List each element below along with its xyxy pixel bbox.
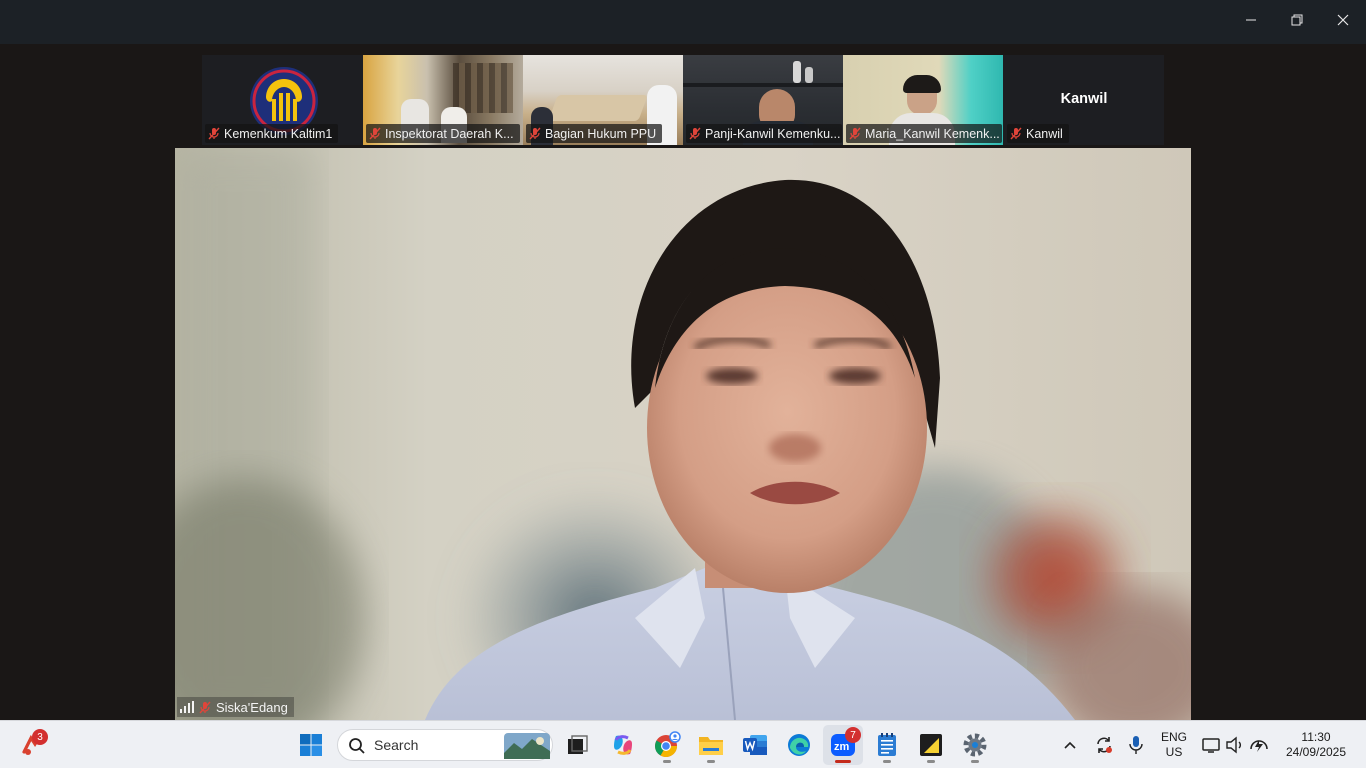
- chevron-up-icon: [1064, 741, 1076, 749]
- sticky-notes-icon: [920, 734, 942, 756]
- copilot-button[interactable]: [603, 725, 643, 765]
- svg-text:zm: zm: [834, 741, 850, 753]
- microphone-icon: [1129, 736, 1143, 754]
- participant-tile[interactable]: Inspektorat Daerah K...: [363, 55, 523, 145]
- language-indicator[interactable]: ENG US: [1156, 730, 1192, 760]
- participant-name-label: Panji-Kanwil Kemenku...: [686, 124, 842, 143]
- edge-icon: [788, 734, 810, 756]
- zoom-badge: 7: [845, 727, 861, 743]
- close-button[interactable]: [1320, 0, 1366, 40]
- settings-button[interactable]: [955, 725, 995, 765]
- mic-muted-icon: [529, 127, 541, 140]
- notification-app-button[interactable]: 3: [12, 725, 52, 765]
- main-speaker-video[interactable]: Siska'Edang: [175, 148, 1191, 720]
- chrome-button[interactable]: [647, 725, 687, 765]
- search-icon: [349, 738, 365, 754]
- settings-icon: [963, 733, 987, 757]
- mic-muted-icon: [369, 127, 381, 140]
- task-view-icon: [568, 735, 588, 754]
- taskbar: 3 Search zm 7 ENG US 11:30 24/09/2025: [0, 720, 1366, 768]
- clock[interactable]: 11:30 24/09/2025: [1276, 730, 1356, 760]
- start-icon: [300, 734, 322, 756]
- mic-muted-icon: [849, 127, 861, 140]
- word-button[interactable]: [735, 725, 775, 765]
- title-bar: [0, 0, 1366, 44]
- signal-bars-icon: [180, 701, 194, 713]
- participant-tile[interactable]: Kemenkum Kaltim1: [202, 55, 362, 145]
- sync-icon: [1097, 737, 1112, 753]
- search-highlight-icon: [504, 733, 550, 759]
- battery-button[interactable]: [1242, 725, 1276, 765]
- show-hidden-icons-button[interactable]: [1052, 725, 1088, 765]
- speaker-video-frame: [175, 148, 1191, 720]
- battery-charging-icon: [1250, 740, 1268, 752]
- copilot-icon: [614, 735, 632, 755]
- minimize-icon: [1246, 19, 1256, 21]
- sync-button[interactable]: [1086, 725, 1122, 765]
- mic-muted-icon: [1010, 127, 1022, 140]
- task-view-button[interactable]: [558, 725, 598, 765]
- participant-tile[interactable]: Bagian Hukum PPU: [523, 55, 683, 145]
- participant-name-label: Bagian Hukum PPU: [526, 124, 663, 143]
- microphone-button[interactable]: [1118, 725, 1154, 765]
- app-window: Kemenkum Kaltim1 Inspektorat Daerah K...: [0, 0, 1366, 768]
- participant-name-label: Kemenkum Kaltim1: [205, 124, 339, 143]
- file-explorer-button[interactable]: [691, 725, 731, 765]
- sticky-notes-button[interactable]: [911, 725, 951, 765]
- participant-display-name: Kanwil: [1060, 91, 1108, 107]
- restore-button[interactable]: [1274, 0, 1320, 40]
- word-icon: [743, 735, 767, 755]
- participant-strip: Kemenkum Kaltim1 Inspektorat Daerah K...: [202, 55, 1164, 145]
- search-box[interactable]: Search: [337, 729, 553, 761]
- participant-name-label: Inspektorat Daerah K...: [366, 124, 520, 143]
- mic-muted-icon: [199, 701, 211, 713]
- notification-badge: 3: [32, 729, 48, 745]
- participant-name-label: Kanwil: [1007, 124, 1069, 143]
- notepad-icon: [878, 733, 896, 756]
- main-speaker-label: Siska'Edang: [177, 697, 294, 717]
- file-explorer-icon: [699, 737, 723, 755]
- participant-tile[interactable]: Kanwil Kanwil: [1004, 55, 1164, 145]
- mic-muted-icon: [689, 127, 701, 140]
- mic-muted-icon: [208, 127, 220, 140]
- zoom-button[interactable]: zm 7: [823, 725, 863, 765]
- start-button[interactable]: [291, 725, 331, 765]
- edge-button[interactable]: [779, 725, 819, 765]
- participant-name-label: Maria_Kanwil Kemenk...: [846, 124, 1002, 143]
- search-placeholder: Search: [374, 737, 419, 753]
- participant-tile[interactable]: Panji-Kanwil Kemenku...: [683, 55, 843, 145]
- close-icon: [1337, 14, 1349, 26]
- participant-tile[interactable]: Maria_Kanwil Kemenk...: [843, 55, 1003, 145]
- notepad-button[interactable]: [867, 725, 907, 765]
- minimize-button[interactable]: [1228, 0, 1274, 40]
- meeting-area: Kemenkum Kaltim1 Inspektorat Daerah K...: [0, 44, 1366, 720]
- chrome-icon: [655, 731, 681, 757]
- restore-icon: [1291, 14, 1303, 26]
